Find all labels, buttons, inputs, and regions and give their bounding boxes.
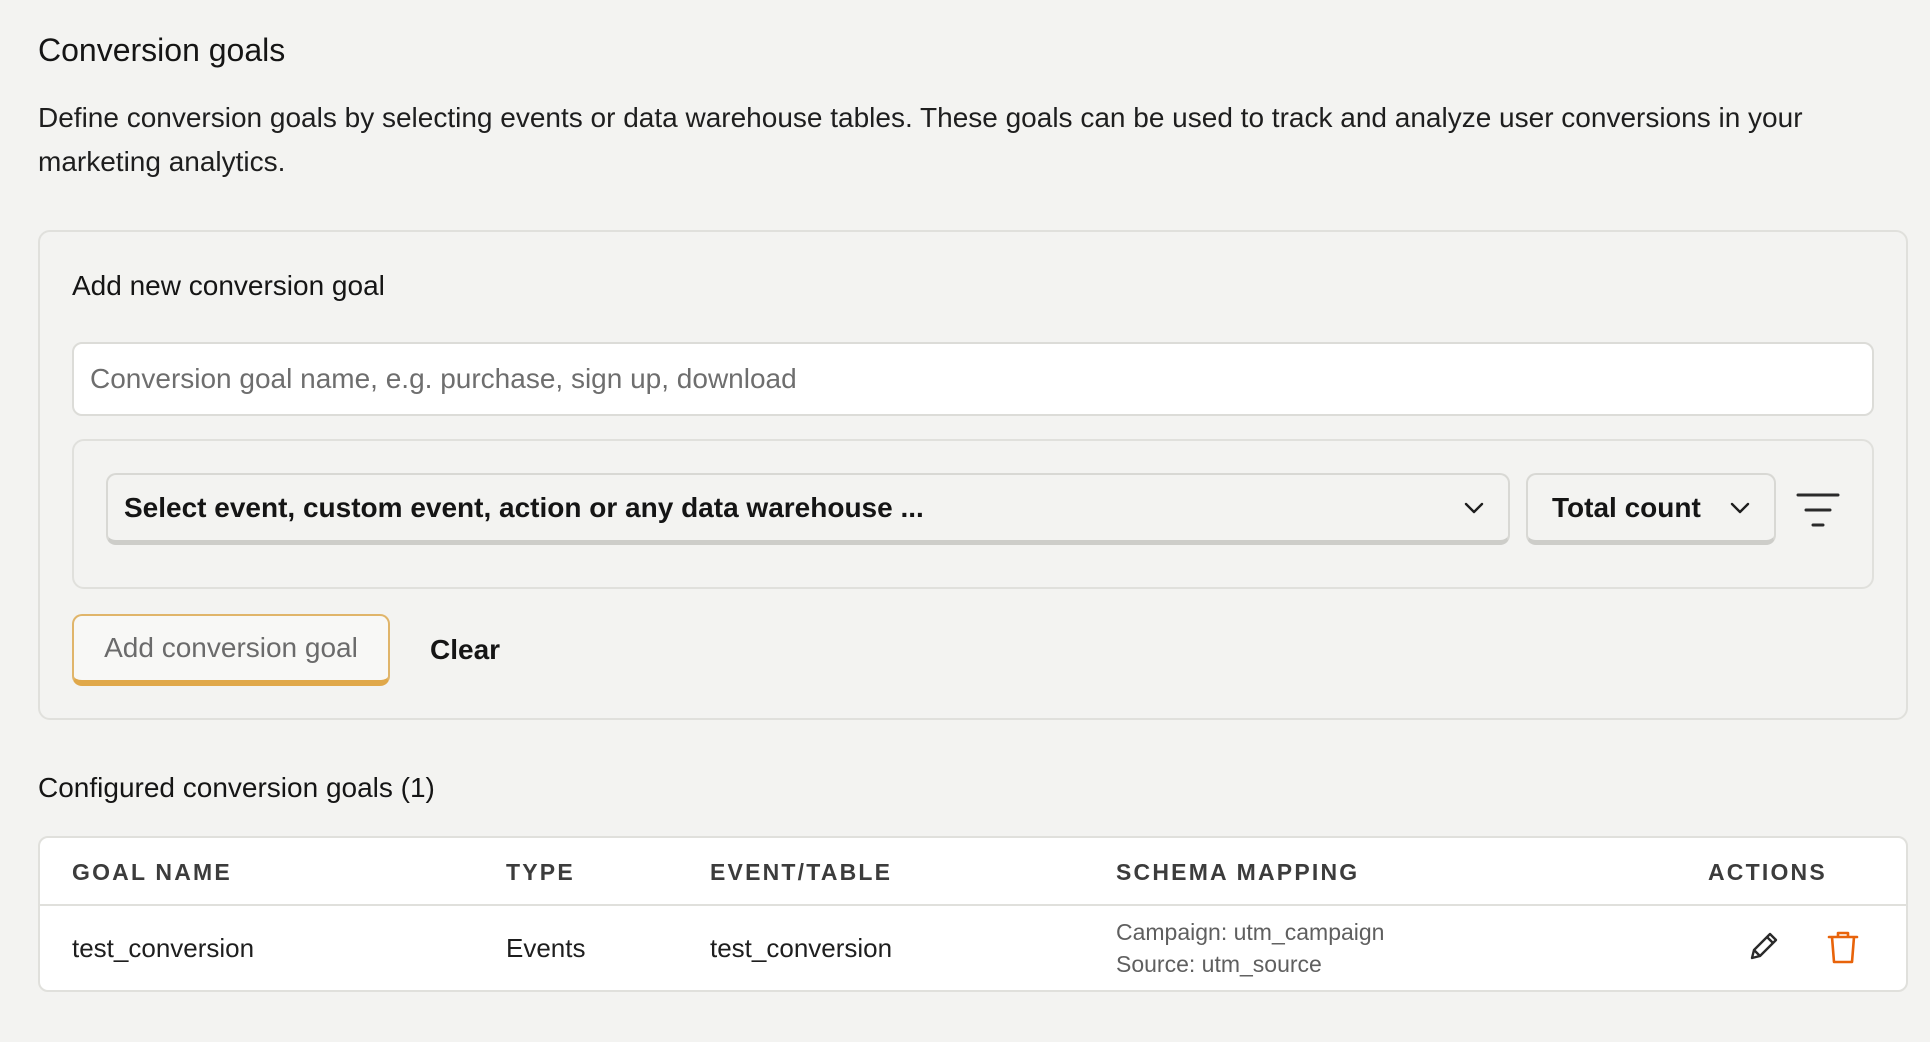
chevron-down-icon	[1462, 496, 1486, 520]
configured-goals-title: Configured conversion goals (1)	[38, 772, 435, 803]
column-header-type: TYPE	[506, 858, 575, 885]
conversion-goals-page: Conversion goals Define conversion goals…	[0, 0, 1930, 1042]
column-header-schema-mapping: SCHEMA MAPPING	[1116, 858, 1360, 885]
trash-icon	[1824, 928, 1862, 971]
add-conversion-goal-button[interactable]: Add conversion goal	[72, 614, 390, 686]
math-select-label: Total count	[1552, 491, 1701, 523]
goal-name-input[interactable]	[72, 342, 1874, 416]
math-select[interactable]: Total count	[1526, 473, 1776, 545]
page-description: Define conversion goals by selecting eve…	[38, 102, 1803, 177]
event-select-label: Select event, custom event, action or an…	[124, 491, 924, 523]
goals-table: GOAL NAME TYPE EVENT/TABLE SCHEMA MAPPIN…	[38, 836, 1908, 992]
event-table-cell: test_conversion	[710, 932, 893, 963]
delete-goal-button[interactable]	[1820, 926, 1866, 972]
event-series-row: Select event, custom event, action or an…	[72, 439, 1874, 589]
table-row: test_conversion Events test_conversion C…	[40, 906, 1906, 990]
column-header-goal-name: GOAL NAME	[72, 858, 232, 885]
goal-name-cell: test_conversion	[72, 932, 255, 963]
column-header-actions: ACTIONS	[1708, 858, 1827, 885]
schema-source-mapping: Source: utm_source	[1116, 951, 1322, 977]
schema-mapping-cell: Campaign: utm_campaign Source: utm_sourc…	[1116, 906, 1384, 990]
table-header: GOAL NAME TYPE EVENT/TABLE SCHEMA MAPPIN…	[40, 838, 1906, 906]
column-header-event-table: EVENT/TABLE	[710, 858, 893, 885]
filter-icon[interactable]	[1796, 491, 1840, 529]
chevron-down-icon	[1728, 496, 1752, 520]
edit-goal-button[interactable]	[1740, 926, 1786, 972]
schema-campaign-mapping: Campaign: utm_campaign	[1116, 919, 1385, 945]
add-goal-card: Add new conversion goal Select event, cu…	[38, 230, 1908, 720]
add-goal-title: Add new conversion goal	[72, 270, 385, 301]
page-title: Conversion goals	[38, 32, 286, 68]
event-select[interactable]: Select event, custom event, action or an…	[106, 473, 1510, 545]
type-cell: Events	[506, 932, 586, 963]
clear-button[interactable]: Clear	[430, 614, 500, 686]
pencil-icon	[1744, 928, 1782, 971]
